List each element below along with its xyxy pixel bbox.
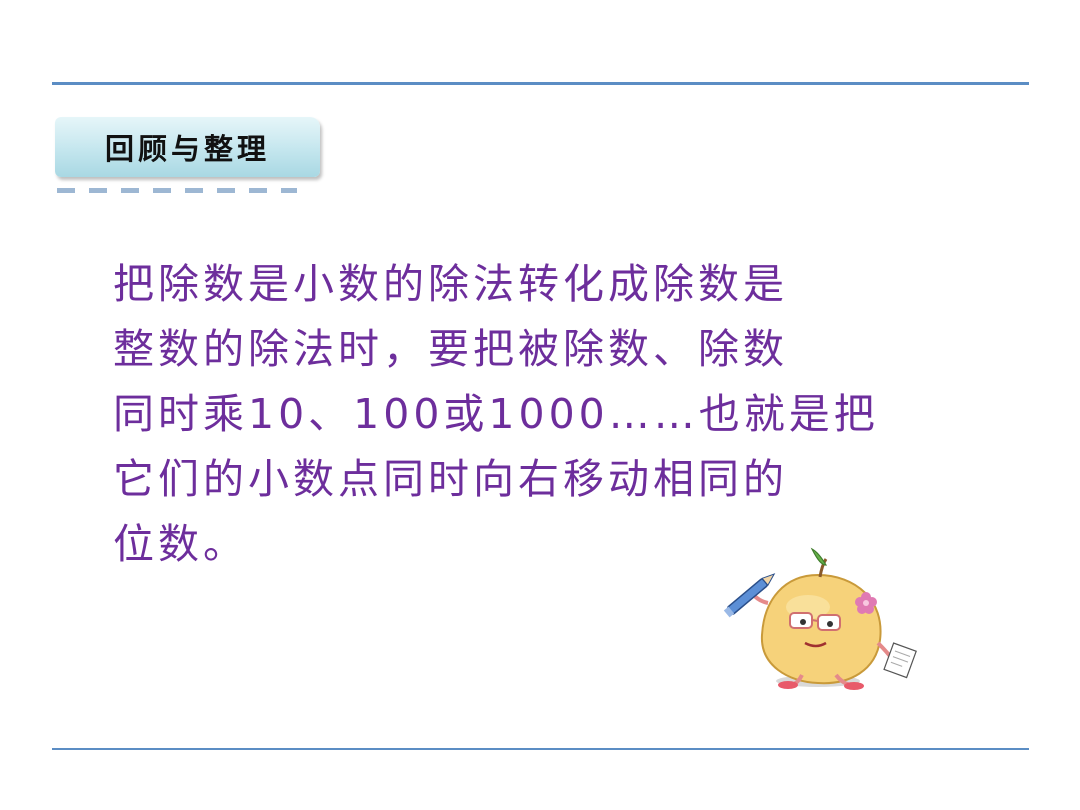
dashed-underline [57,188,297,193]
body-paragraph: 把除数是小数的除法转化成除数是 整数的除法时，要把被除数、除数 同时乘10、10… [113,252,973,577]
body-line-1: 把除数是小数的除法转化成除数是 [113,260,788,308]
body-line-2: 整数的除法时，要把被除数、除数 [113,325,788,373]
top-divider [52,82,1029,85]
section-title: 回顾与整理 [104,132,270,166]
bottom-divider [52,748,1029,750]
pear-character-with-pencil-icon [723,547,917,690]
body-line-3: 同时乘10、100或1000……也就是把 [113,390,879,438]
body-line-4: 它们的小数点同时向右移动相同的 [113,455,788,503]
section-title-tab: 回顾与整理 [55,117,320,177]
